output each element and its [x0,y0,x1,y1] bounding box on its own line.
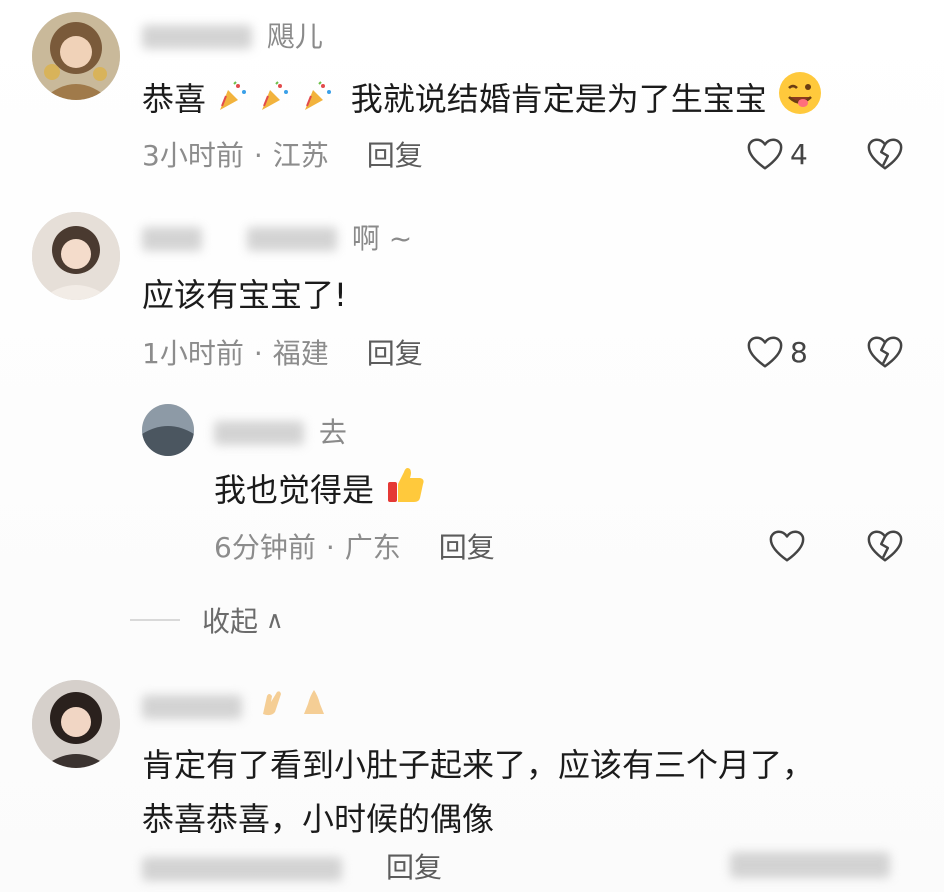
comment-text: 我也觉得是 [214,462,428,522]
avatar[interactable] [32,12,120,100]
comment-time: 3小时前 [142,139,244,172]
comment-text-part: 我也觉得是 [214,471,375,509]
like-button[interactable]: 8 [746,334,808,370]
avatar[interactable] [32,680,120,768]
party-popper-emoji [258,74,290,128]
comment-location: 江苏 [272,139,329,172]
blurred-name [142,227,202,251]
dislike-button[interactable] [866,136,904,172]
blurred-name [142,25,252,49]
avatar[interactable] [142,404,194,456]
author-name-text: 飓儿 [266,20,323,53]
reply-button[interactable]: 回复 [367,139,423,172]
collapse-label[interactable]: 收起 [202,600,258,640]
comment-time: 6分钟前 [214,531,316,564]
comment-text-part: 恭喜 [142,80,207,118]
blurred-name [142,694,242,719]
comment-text: 恭喜 我就说结婚肯定是为了生宝宝 [142,70,823,132]
thumbs-up-emoji [384,462,428,522]
avatar-image [32,680,120,768]
comment-thread: 飓儿 恭喜 我就说结婚肯定是为了生宝宝 3小时前 · 江苏 回复 4 啊 ~ 应… [0,0,944,892]
like-count: 4 [790,137,808,171]
author-name-text: 去 [318,416,347,449]
broken-heart-icon [867,138,903,170]
like-count: 8 [790,335,808,369]
meta-separator: · [253,139,263,172]
reply-button[interactable]: 回复 [439,531,495,564]
comment-text-line: 肯定有了看到小肚子起来了，应该有三个月了， [142,746,815,784]
comment-text: 应该有宝宝了! [142,268,347,322]
comment-text: 肯定有了看到小肚子起来了，应该有三个月了， 恭喜恭喜，小时候的偶像 [142,738,814,846]
comment-meta: 回复 [142,848,442,888]
divider [130,619,180,621]
broken-heart-icon [867,336,903,368]
wink-tongue-emoji [777,70,823,132]
party-popper-emoji [301,74,333,128]
heart-outline-icon [747,336,783,368]
blurred-meta [730,852,890,878]
chevron-up-icon[interactable]: ∧ [266,606,284,634]
dislike-button[interactable] [866,334,904,370]
comment-meta: 3小时前 · 江苏 回复 [142,136,423,176]
broken-heart-icon [867,530,903,562]
party-popper-emoji [216,74,248,128]
heart-outline-icon [769,530,805,562]
comment-text-part: 应该有宝宝了! [142,276,347,314]
blurred-meta [142,857,342,881]
comment-meta: 1小时前 · 福建 回复 [142,334,423,374]
comment-text-part: 我就说结婚肯定是为了生宝宝 [350,80,767,118]
comment-location: 福建 [272,337,329,370]
heart-outline-icon [747,138,783,170]
avatar[interactable] [32,212,120,300]
clap-emoji [257,686,289,727]
avatar-image [32,12,120,100]
blurred-name [214,421,304,445]
comment-author[interactable]: 啊 ~ [142,220,412,256]
collapse-replies[interactable]: 收起 ∧ [130,600,284,640]
blurred-name [246,227,337,251]
comment-author[interactable]: 飓儿 [142,18,323,54]
like-button[interactable]: 4 [746,136,808,172]
avatar-image [32,212,120,300]
meta-separator: · [325,531,335,564]
comment-author[interactable] [142,686,330,722]
like-button[interactable] [768,528,806,564]
meta-separator: · [253,337,263,370]
clap-emoji [298,686,330,727]
dislike-button[interactable] [866,528,904,564]
avatar-image [142,404,194,456]
reply-button[interactable]: 回复 [386,851,442,884]
reply-button[interactable]: 回复 [367,337,423,370]
comment-location: 广东 [344,531,401,564]
comment-time: 1小时前 [142,337,244,370]
comment-text-line: 恭喜恭喜，小时候的偶像 [142,800,495,838]
comment-meta: 6分钟前 · 广东 回复 [214,528,495,568]
author-name-text: 啊 ~ [351,222,413,255]
comment-author[interactable]: 去 [214,414,347,450]
blurred-actions [730,852,890,880]
